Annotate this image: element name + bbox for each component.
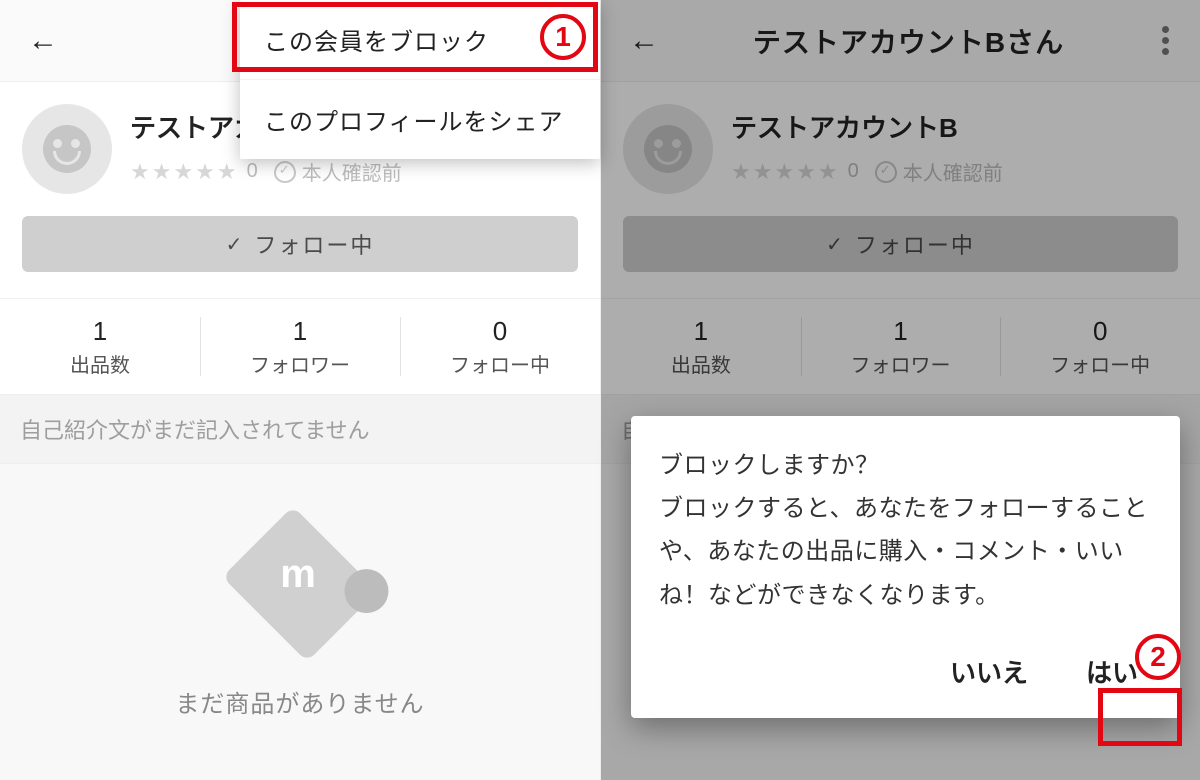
stat-followers[interactable]: 1 フォロワー [200,299,400,394]
stats-row: 1 出品数 1 フォロワー 0 フォロー中 [0,298,600,394]
menu-block-user[interactable]: この会員をブロック [240,0,600,79]
shield-check-icon [274,161,296,183]
block-confirm-dialog: ブロックしますか？ ブロックすると、あなたをフォローすることや、あなたの出品に購… [631,416,1180,718]
mercari-box-icon: m [222,506,378,662]
star-rating-icon: ★★★★★ [130,159,239,185]
dialog-no-button[interactable]: いいえ [936,645,1042,698]
check-icon: ✓ [226,232,245,257]
profile-meta: ★★★★★ 0 本人確認前 [130,157,578,186]
avatar-icon[interactable] [22,104,112,194]
follow-label: フォロー中 [254,228,374,260]
back-arrow-icon[interactable]: ← [18,18,68,64]
follow-button[interactable]: ✓ フォロー中 [22,216,578,272]
stat-listings[interactable]: 1 出品数 [0,299,200,394]
dialog-yes-button[interactable]: はい [1072,645,1152,698]
empty-message: まだ商品がありません [175,684,424,719]
empty-listings: m まだ商品がありません [0,464,600,719]
rating-count: 0 [247,160,258,183]
dialog-actions: いいえ はい [659,645,1152,698]
dialog-text: ブロックすると、あなたをフォローすることや、あなたの出品に購入・コメント・いいね… [659,487,1152,617]
bio-placeholder: 自己紹介文がまだ記入されてません [0,394,600,464]
dialog-title: ブロックしますか？ [659,444,1152,487]
overflow-menu: この会員をブロック このプロフィールをシェア [240,0,600,159]
verify-status: 本人確認前 [302,157,402,186]
dialog-body: ブロックしますか？ ブロックすると、あなたをフォローすることや、あなたの出品に購… [659,444,1152,617]
right-pane: ← テストアカウントBさん テストアカウントB ★★★★★ 0 本人確認前 ✓ … [600,0,1200,780]
left-pane: ← テストア テストアカウントB ★★★★★ 0 本人確認前 ✓ フォロー中 1 [0,0,600,780]
menu-share-profile[interactable]: このプロフィールをシェア [240,79,600,159]
stat-following[interactable]: 0 フォロー中 [400,299,600,394]
